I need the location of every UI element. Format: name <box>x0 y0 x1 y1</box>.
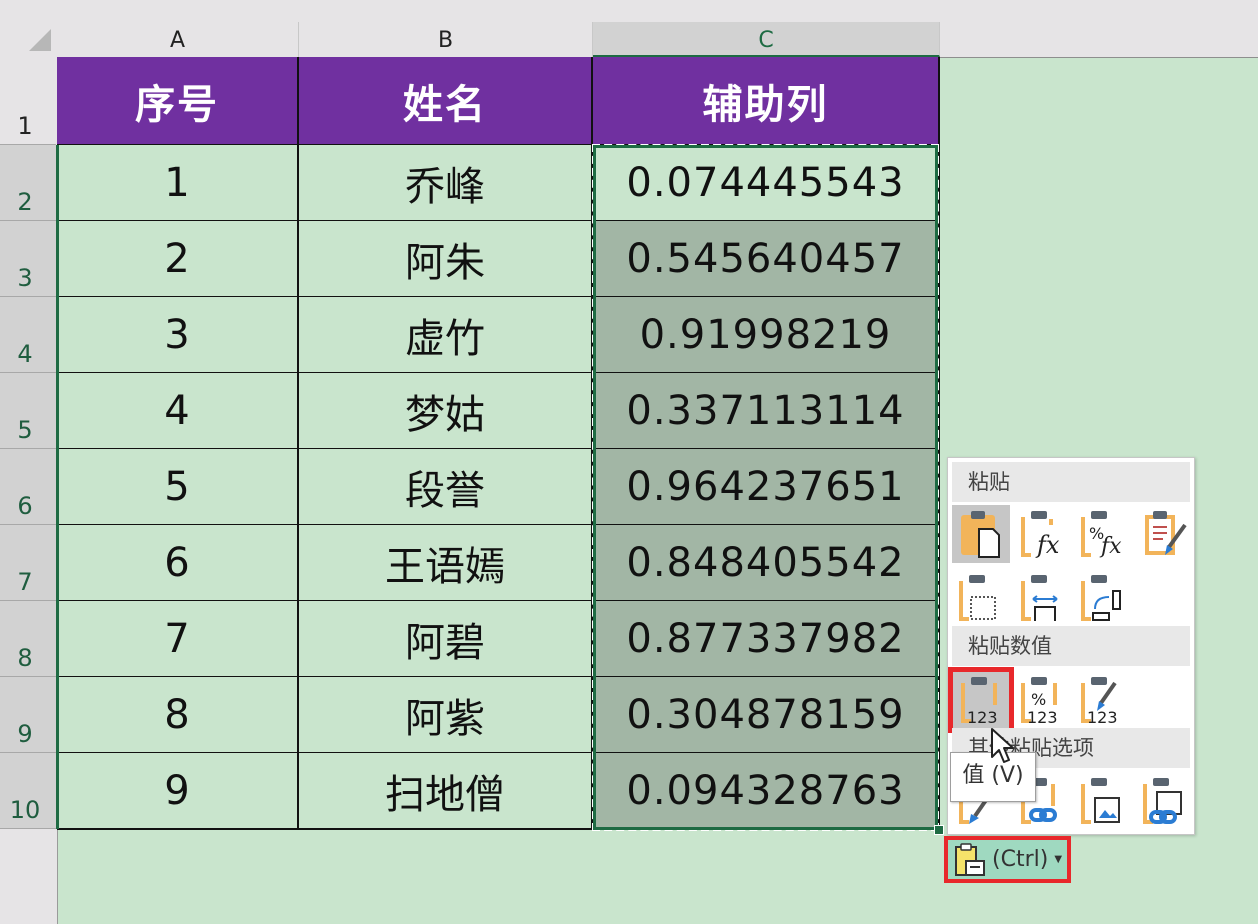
cell-name[interactable]: 阿碧 <box>299 601 593 678</box>
section-paste: 粘贴 <box>952 462 1190 502</box>
values-source-formatting-icon: 123 <box>1081 677 1118 725</box>
row-header-2[interactable]: 2 <box>0 145 56 221</box>
row-number: 10 <box>9 796 41 824</box>
mouse-cursor-icon <box>990 727 1016 769</box>
paste-values-source-formatting-button[interactable]: 123 <box>1074 671 1132 729</box>
transpose-icon <box>1081 575 1121 621</box>
cell-aux[interactable]: 0.964237651 <box>593 449 940 526</box>
clipboard-icon <box>955 842 985 876</box>
no-borders-button[interactable] <box>952 569 1010 627</box>
svg-text:123: 123 <box>967 708 998 725</box>
row-number: 2 <box>17 188 33 216</box>
header-cell-aux[interactable]: 辅助列 <box>593 57 940 146</box>
row-number: 8 <box>17 644 33 672</box>
paste-linked-picture-button[interactable] <box>1136 772 1194 830</box>
paste-button[interactable] <box>952 505 1010 563</box>
cell-name[interactable]: 梦姑 <box>299 373 593 450</box>
keep-column-widths-icon <box>1021 575 1058 621</box>
cell-name[interactable]: 乔峰 <box>299 145 593 222</box>
cell-seq[interactable]: 5 <box>57 449 299 526</box>
values-icon: 123 <box>961 677 998 725</box>
paste-values-button[interactable]: 123 <box>948 667 1014 733</box>
row-number: 4 <box>17 340 33 368</box>
transpose-button[interactable] <box>1074 569 1132 627</box>
row-header-8[interactable]: 8 <box>0 601 56 677</box>
cell-name[interactable]: 王语嫣 <box>299 525 593 602</box>
cell-aux[interactable]: 0.545640457 <box>593 221 940 298</box>
row-header-column: 1 2 3 4 5 6 7 8 9 10 <box>0 57 58 924</box>
values-number-format-icon: %123 <box>1021 677 1058 725</box>
linked-picture-icon <box>1143 778 1182 824</box>
keep-column-widths-button[interactable] <box>1014 569 1072 627</box>
paste-formulas-button[interactable]: fx <box>1014 505 1072 563</box>
row-header-1[interactable]: 1 <box>0 57 56 145</box>
paste-options-button[interactable]: (Ctrl) ▼ <box>944 836 1071 883</box>
cell-seq[interactable]: 3 <box>57 297 299 374</box>
select-all-triangle-icon <box>29 29 51 51</box>
formulas-icon: fx <box>1021 511 1060 559</box>
paste-formulas-number-format-button[interactable]: % fx <box>1074 505 1132 563</box>
row-header-5[interactable]: 5 <box>0 373 56 449</box>
svg-text:fx: fx <box>1099 534 1122 559</box>
cell-name[interactable]: 阿朱 <box>299 221 593 298</box>
paste-values-number-format-button[interactable]: % 123 <box>1014 671 1072 729</box>
row-header-3[interactable]: 3 <box>0 221 56 297</box>
cell-seq[interactable]: 1 <box>57 145 299 222</box>
header-cell-seq[interactable]: 序号 <box>57 57 299 146</box>
formulas-number-format-icon: %fx <box>1081 511 1122 559</box>
cell-seq[interactable]: 6 <box>57 525 299 602</box>
cell-name[interactable]: 虚竹 <box>299 297 593 374</box>
dropdown-arrow-icon: ▼ <box>1054 854 1063 865</box>
cell-seq[interactable]: 7 <box>57 601 299 678</box>
row-header-9[interactable]: 9 <box>0 677 56 753</box>
cell-seq[interactable]: 4 <box>57 373 299 450</box>
row-number: 9 <box>17 720 33 748</box>
cell-name[interactable]: 扫地僧 <box>299 753 593 830</box>
column-header-c[interactable]: C <box>593 22 940 57</box>
section-paste-values: 粘贴数值 <box>952 626 1190 666</box>
paste-icon <box>961 511 1000 558</box>
cell-aux[interactable]: 0.337113114 <box>593 373 940 450</box>
cell-aux[interactable]: 0.304878159 <box>593 677 940 754</box>
paste-picture-button[interactable] <box>1074 772 1132 830</box>
header-cell-name[interactable]: 姓名 <box>299 57 593 146</box>
no-borders-icon <box>959 575 996 621</box>
row-number: 3 <box>17 264 33 292</box>
row-number: 7 <box>17 568 33 596</box>
keep-source-formatting-button[interactable] <box>1136 505 1194 563</box>
svg-text:%: % <box>1031 690 1046 709</box>
select-all-button[interactable] <box>0 22 58 57</box>
cell-name[interactable]: 阿紫 <box>299 677 593 754</box>
column-header-a[interactable]: A <box>57 22 299 57</box>
svg-text:123: 123 <box>1027 708 1058 725</box>
picture-icon <box>1081 778 1120 824</box>
cell-aux[interactable]: 0.094328763 <box>593 753 940 830</box>
svg-text:fx: fx <box>1035 531 1060 559</box>
row-header-6[interactable]: 6 <box>0 449 56 525</box>
row-number: 6 <box>17 492 33 520</box>
row-header-4[interactable]: 4 <box>0 297 56 373</box>
cell-aux[interactable]: 0.074445543 <box>593 145 940 222</box>
cell-seq[interactable]: 2 <box>57 221 299 298</box>
cell-seq[interactable]: 9 <box>57 753 299 830</box>
row-header-10[interactable]: 10 <box>0 753 56 829</box>
keep-source-formatting-icon <box>1145 511 1187 555</box>
row-selection-indicator <box>56 145 59 829</box>
row-header-7[interactable]: 7 <box>0 525 56 601</box>
paste-options-label: (Ctrl) <box>992 847 1049 872</box>
row-number: 5 <box>17 416 33 444</box>
cell-aux[interactable]: 0.91998219 <box>593 297 940 374</box>
cell-aux[interactable]: 0.877337982 <box>593 601 940 678</box>
fill-handle[interactable] <box>934 825 944 835</box>
row-number: 1 <box>17 112 33 140</box>
svg-text:123: 123 <box>1087 708 1118 725</box>
cell-seq[interactable]: 8 <box>57 677 299 754</box>
cell-aux[interactable]: 0.848405542 <box>593 525 940 602</box>
column-header-b[interactable]: B <box>299 22 593 57</box>
cell-name[interactable]: 段誉 <box>299 449 593 526</box>
